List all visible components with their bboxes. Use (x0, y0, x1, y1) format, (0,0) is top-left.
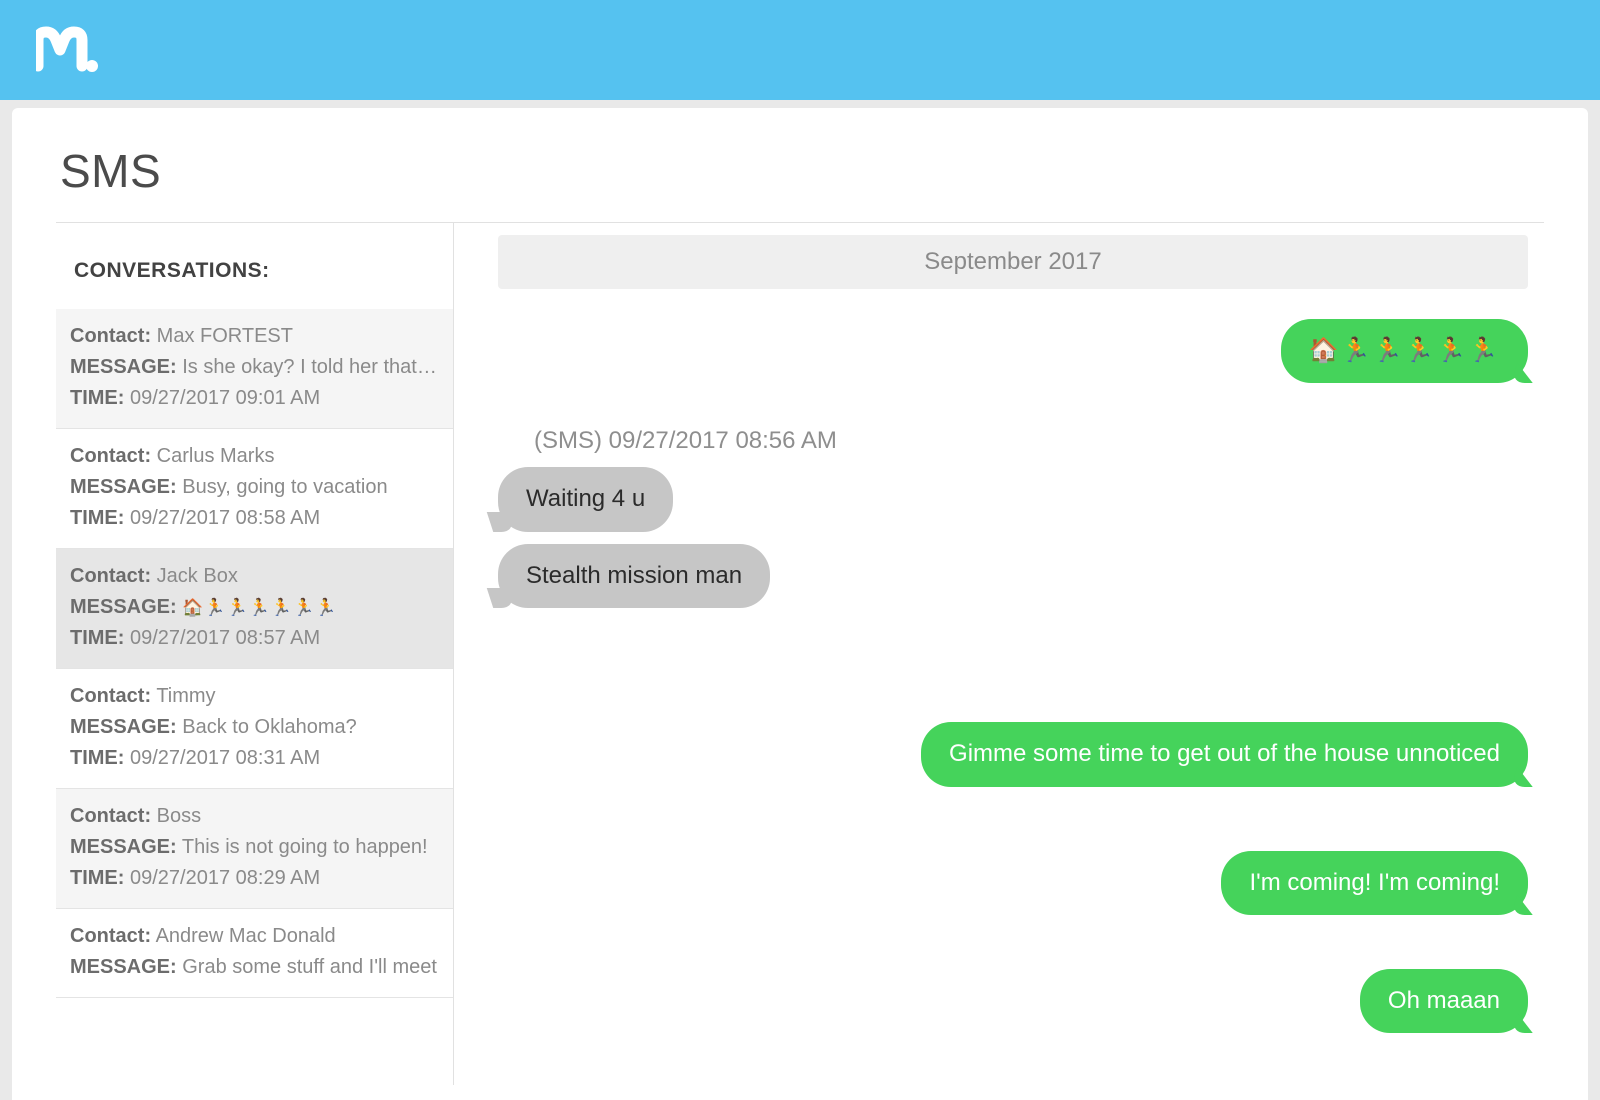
conversation-contact: Contact: Jack Box (70, 561, 439, 592)
conversation-contact: Contact: Andrew Mac Donald (70, 921, 439, 952)
spacer (498, 620, 1528, 710)
sent-message-row: Oh maaan (498, 969, 1528, 1033)
sent-bubble: I'm coming! I'm coming! (1221, 851, 1528, 915)
spacer (498, 927, 1528, 957)
conversation-message: MESSAGE: This is not going to happen! (70, 832, 439, 863)
chat-date-header: September 2017 (498, 235, 1528, 289)
conversation-time: TIME: 09/27/2017 08:31 AM (70, 743, 439, 774)
conversations-sidebar: CONVERSATIONS: Contact: Max FORTESTMESSA… (56, 223, 454, 1085)
sent-message-row: I'm coming! I'm coming! (498, 851, 1528, 915)
sent-bubble: 🏠🏃🏃🏃🏃🏃 (1281, 319, 1528, 383)
conversation-time: TIME: 09/27/2017 08:57 AM (70, 623, 439, 654)
sent-bubble: Gimme some time to get out of the house … (921, 722, 1528, 786)
conversation-message: MESSAGE: Is she okay? I told her that t.… (70, 352, 439, 383)
conversation-contact: Contact: Boss (70, 801, 439, 832)
conversations-heading: CONVERSATIONS: (56, 223, 453, 309)
received-bubble: Stealth mission man (498, 544, 770, 608)
conversation-contact: Contact: Carlus Marks (70, 441, 439, 472)
conversation-time: TIME: 09/27/2017 08:29 AM (70, 863, 439, 894)
conversation-time: TIME: 09/27/2017 08:58 AM (70, 503, 439, 534)
conversation-message: MESSAGE: Back to Oklahoma? (70, 712, 439, 743)
chat-pane: September 2017 🏠🏃🏃🏃🏃🏃 (SMS) 09/27/2017 08… (454, 223, 1544, 1085)
conversation-message: MESSAGE: 🏠🏃🏃🏃🏃🏃🏃 (70, 592, 439, 623)
page-title: SMS (60, 144, 1544, 198)
received-bubble: Waiting 4 u (498, 467, 673, 531)
app-logo-icon (36, 26, 100, 74)
conversation-item[interactable]: Contact: Max FORTESTMESSAGE: Is she okay… (56, 309, 453, 429)
received-message-row: Waiting 4 u (498, 467, 1528, 531)
conversation-item[interactable]: Contact: TimmyMESSAGE: Back to Oklahoma?… (56, 669, 453, 789)
conversation-item[interactable]: Contact: Andrew Mac DonaldMESSAGE: Grab … (56, 909, 453, 998)
conversation-contact: Contact: Max FORTEST (70, 321, 439, 352)
sent-bubble: Oh maaan (1360, 969, 1528, 1033)
conversation-message: MESSAGE: Busy, going to vacation (70, 472, 439, 503)
conversation-item[interactable]: Contact: Jack BoxMESSAGE: 🏠🏃🏃🏃🏃🏃🏃TIME: 0… (56, 549, 453, 669)
message-timestamp: (SMS) 09/27/2017 08:56 AM (534, 427, 1528, 455)
sent-message-row: 🏠🏃🏃🏃🏃🏃 (498, 319, 1528, 383)
conversation-item[interactable]: Contact: BossMESSAGE: This is not going … (56, 789, 453, 909)
content-sheet: SMS CONVERSATIONS: Contact: Max FORTESTM… (12, 108, 1588, 1100)
received-message-row: Stealth mission man (498, 544, 1528, 608)
conversation-message: MESSAGE: Grab some stuff and I'll meet (70, 952, 439, 983)
conversation-contact: Contact: Timmy (70, 681, 439, 712)
spacer (498, 799, 1528, 839)
conversation-time: TIME: 09/27/2017 09:01 AM (70, 383, 439, 414)
message-list: 🏠🏃🏃🏃🏃🏃 (SMS) 09/27/2017 08:56 AM Waiting 4… (498, 319, 1528, 1033)
conversation-item[interactable]: Contact: Carlus MarksMESSAGE: Busy, goin… (56, 429, 453, 549)
topbar (0, 0, 1600, 100)
sent-message-row: Gimme some time to get out of the house … (498, 722, 1528, 786)
conversation-list: Contact: Max FORTESTMESSAGE: Is she okay… (56, 309, 453, 998)
